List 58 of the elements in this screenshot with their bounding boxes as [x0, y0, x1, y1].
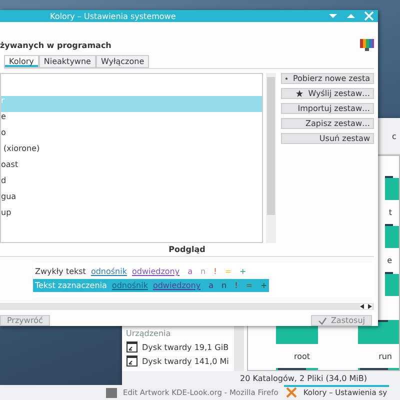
link-text[interactable]: odnośnik	[90, 267, 127, 276]
scheme-button[interactable]: Pobierz nowe zesta	[281, 73, 374, 84]
preview-heading: Podgląd	[0, 245, 374, 257]
device-label: Dysk twardy 141,0 Mi	[142, 356, 229, 366]
section-heading: Urządzenia	[126, 329, 172, 338]
window-title: Kolory – Ustawienia systemowe	[50, 12, 176, 20]
scrollbar-thumb[interactable]	[267, 77, 275, 215]
sample-glyph: a	[188, 267, 193, 276]
scheme-item[interactable]: oast	[1, 160, 262, 176]
maximize-icon	[346, 12, 356, 20]
folder-name[interactable]: run	[366, 352, 392, 361]
star-icon	[285, 75, 288, 82]
scroll-arrows-icon	[360, 304, 372, 309]
sample-glyph: +	[240, 267, 246, 276]
status-text: 20 Katalogów, 2 Pliki (34,0 MiB)	[122, 371, 400, 385]
scheme-item[interactable]: (xiorone)	[1, 144, 262, 160]
window-icon	[106, 388, 117, 398]
preview-text: Zwykły tekst	[35, 267, 86, 276]
device-label: Dysk twardy 19,1 GiB	[142, 342, 229, 352]
scheme-button[interactable]: Usuń zestaw	[281, 133, 374, 144]
sample-glyph: a	[208, 281, 214, 290]
visited-link-text[interactable]: odwiedzony	[132, 267, 180, 276]
folder-name[interactable]: root	[284, 352, 310, 361]
scheme-item[interactable]: gua	[1, 192, 262, 208]
preview-text: Tekst zaznaczenia	[35, 281, 107, 290]
device-item[interactable]: Dysk twardy 19,1 GiB	[126, 341, 232, 353]
hard-drive-icon	[126, 341, 138, 353]
scrollbar[interactable]	[0, 303, 374, 310]
scheme-item[interactable]: d	[1, 176, 262, 192]
sample-glyph: !	[214, 267, 217, 276]
sample-glyph: n	[200, 267, 206, 276]
scheme-button[interactable]: Wyślij zestaw…	[281, 88, 374, 99]
section-heading: żywanych w programach	[0, 40, 112, 50]
scheme-item[interactable]: o	[1, 128, 262, 144]
sample-glyph: !	[234, 281, 238, 290]
sample-glyph: =	[246, 281, 252, 290]
color-palette-icon	[360, 39, 374, 51]
tab[interactable]: Wyłączone	[96, 55, 150, 68]
check-icon	[318, 316, 327, 324]
tab[interactable]: Kolory	[4, 55, 39, 68]
visited-link-text[interactable]: odwiedzony	[152, 281, 201, 290]
folder-icon	[385, 176, 399, 200]
folder-icon	[385, 224, 399, 248]
scheme-button[interactable]: Importuj zestaw…	[281, 103, 374, 114]
device-item[interactable]: Dysk twardy 141,0 Mi	[126, 355, 232, 367]
star-icon	[296, 90, 304, 97]
scrollbar[interactable]	[266, 73, 276, 243]
scheme-item[interactable]: up	[1, 208, 262, 224]
scheme-item[interactable]: e	[1, 112, 262, 128]
scheme-button[interactable]: Zapisz zestaw…	[281, 118, 374, 129]
sample-glyph: +	[260, 281, 268, 290]
path-text: c	[392, 132, 396, 140]
hard-drive-icon	[126, 355, 138, 367]
sample-glyph: n	[222, 281, 227, 290]
sample-glyph: =	[224, 267, 232, 276]
folder-icon	[385, 272, 399, 296]
tab[interactable]: Nieaktywne	[38, 55, 96, 68]
minimize-icon	[328, 12, 338, 20]
